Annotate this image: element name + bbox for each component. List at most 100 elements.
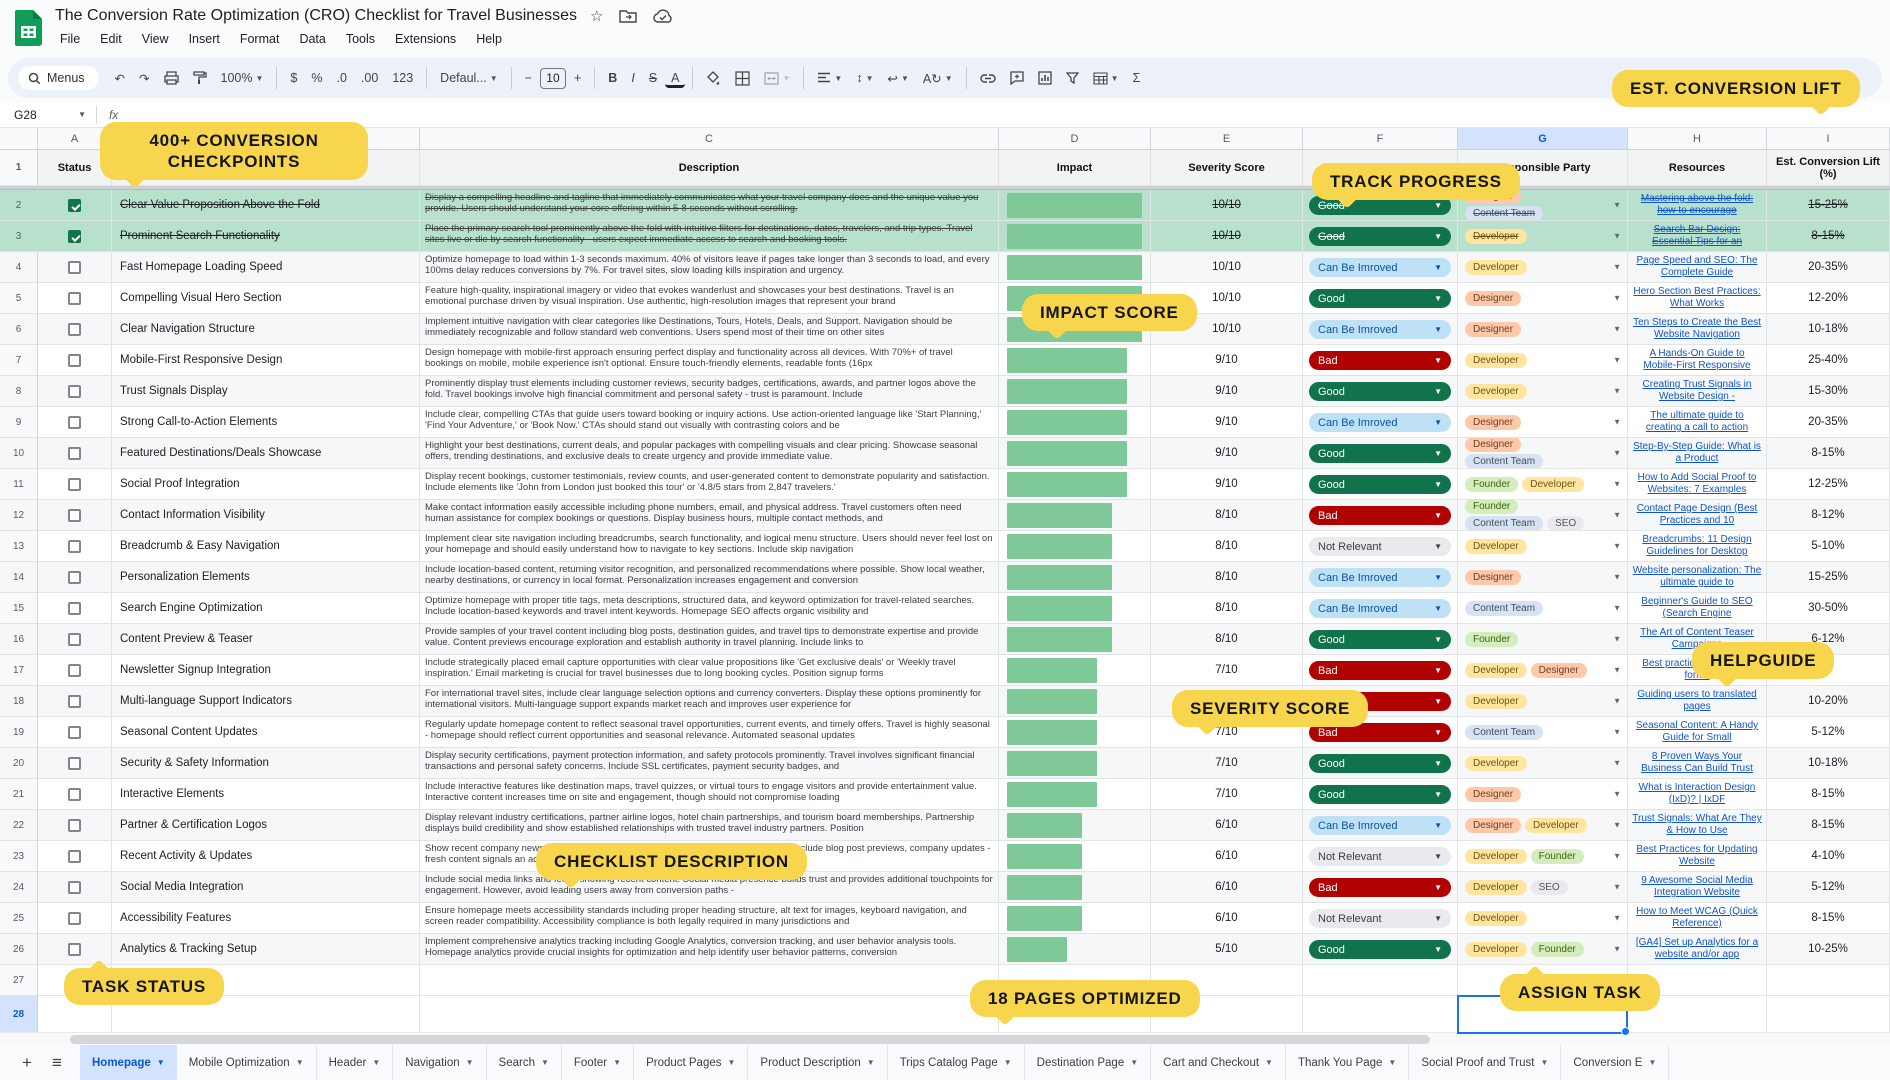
empty-cell[interactable]: [1767, 996, 1890, 1034]
status-dropdown-cell[interactable]: Bad▼: [1303, 345, 1458, 376]
party-dropdown-arrow[interactable]: ▼: [1613, 635, 1621, 644]
status-checkbox-cell[interactable]: [38, 872, 112, 903]
party-dropdown-arrow[interactable]: ▼: [1613, 511, 1621, 520]
conversion-lift-cell[interactable]: 20-35%: [1767, 252, 1890, 283]
column-letter-H[interactable]: H: [1628, 128, 1767, 150]
column-letter-F[interactable]: F: [1303, 128, 1458, 150]
severity-score-cell[interactable]: 6/10: [1151, 841, 1303, 872]
description-cell[interactable]: Implement comprehensive analytics tracki…: [420, 934, 999, 965]
sheet-tab-footer[interactable]: Footer▼: [562, 1045, 634, 1080]
party-chip[interactable]: SEO: [1531, 880, 1568, 895]
description-cell[interactable]: Optimize homepage to load within 1-3 sec…: [420, 252, 999, 283]
responsible-party-cell[interactable]: DeveloperDesigner▼: [1458, 655, 1628, 686]
resource-link-cell[interactable]: Trust Signals: What Are They & How to Us…: [1628, 810, 1767, 841]
conversion-lift-cell[interactable]: 5-12%: [1767, 717, 1890, 748]
create-filter-button[interactable]: [1060, 69, 1085, 87]
checkbox-unchecked[interactable]: [68, 943, 81, 956]
resource-link-cell[interactable]: A Hands-On Guide to Mobile-First Respons…: [1628, 345, 1767, 376]
borders-button[interactable]: [729, 68, 756, 89]
responsible-party-cell[interactable]: DeveloperSEO▼: [1458, 872, 1628, 903]
responsible-party-cell[interactable]: Developer▼: [1458, 221, 1628, 252]
sheet-tab-homepage[interactable]: Homepage▼: [80, 1045, 177, 1080]
checkbox-unchecked[interactable]: [68, 509, 81, 522]
vertical-align-button[interactable]: ↕ ▼: [850, 68, 879, 88]
description-cell[interactable]: Implement intuitive navigation with clea…: [420, 314, 999, 345]
party-chip[interactable]: Founder: [1465, 500, 1518, 514]
status-pill[interactable]: Good▼: [1309, 382, 1451, 401]
status-dropdown-cell[interactable]: Good▼: [1303, 779, 1458, 810]
menu-insert[interactable]: Insert: [181, 30, 228, 48]
party-dropdown-arrow[interactable]: ▼: [1613, 604, 1621, 613]
menu-edit[interactable]: Edit: [92, 30, 130, 48]
sheet-tab-navigation[interactable]: Navigation▼: [393, 1045, 486, 1080]
status-checkbox-cell[interactable]: [38, 252, 112, 283]
resource-link[interactable]: Hero Section Best Practices: What Works: [1632, 286, 1762, 310]
responsible-party-cell[interactable]: Designer▼: [1458, 779, 1628, 810]
checkbox-unchecked[interactable]: [68, 292, 81, 305]
sheet-tab-social-proof-and-trust[interactable]: Social Proof and Trust▼: [1409, 1045, 1561, 1080]
responsible-party-cell[interactable]: Developer▼: [1458, 686, 1628, 717]
column-letter-C[interactable]: C: [420, 128, 999, 150]
responsible-party-cell[interactable]: Developer▼: [1458, 252, 1628, 283]
impact-bar-cell[interactable]: [999, 686, 1151, 717]
status-dropdown-cell[interactable]: Bad▼: [1303, 872, 1458, 903]
impact-bar-cell[interactable]: [999, 500, 1151, 531]
resource-link-cell[interactable]: 8 Proven Ways Your Business Can Build Tr…: [1628, 748, 1767, 779]
resource-link[interactable]: Ten Steps to Create the Best Website Nav…: [1632, 317, 1762, 341]
status-checkbox-cell[interactable]: [38, 841, 112, 872]
horizontal-align-button[interactable]: ▼: [811, 69, 848, 87]
resource-link-cell[interactable]: Contact Page Design (Best Practices and …: [1628, 500, 1767, 531]
checkpoint-name-cell[interactable]: Mobile-First Responsive Design: [112, 345, 420, 376]
font-select[interactable]: Defaul... ▼: [434, 68, 503, 88]
responsible-party-cell[interactable]: DesignerContent Team▼: [1458, 438, 1628, 469]
more-formats-button[interactable]: 123: [386, 68, 419, 88]
menu-format[interactable]: Format: [232, 30, 288, 48]
party-chip[interactable]: Developer: [1525, 818, 1587, 833]
status-pill[interactable]: Good▼: [1309, 785, 1451, 804]
status-dropdown-cell[interactable]: Good▼: [1303, 283, 1458, 314]
status-dropdown-cell[interactable]: Good▼: [1303, 934, 1458, 965]
checkpoint-name-cell[interactable]: Content Preview & Teaser: [112, 624, 420, 655]
conversion-lift-cell[interactable]: 4-10%: [1767, 841, 1890, 872]
party-dropdown-arrow[interactable]: ▼: [1613, 945, 1621, 954]
party-chip[interactable]: Founder: [1465, 632, 1518, 647]
conversion-lift-cell[interactable]: 12-25%: [1767, 469, 1890, 500]
checkbox-unchecked[interactable]: [68, 602, 81, 615]
resource-link[interactable]: The ultimate guide to creating a call to…: [1632, 410, 1762, 434]
impact-bar-cell[interactable]: [999, 748, 1151, 779]
checkbox-checked[interactable]: [68, 230, 81, 243]
description-cell[interactable]: Make contact information easily accessib…: [420, 500, 999, 531]
status-checkbox-cell[interactable]: [38, 748, 112, 779]
party-dropdown-arrow[interactable]: ▼: [1613, 697, 1621, 706]
responsible-party-cell[interactable]: Developer▼: [1458, 531, 1628, 562]
status-checkbox-cell[interactable]: [38, 345, 112, 376]
column-letter-D[interactable]: D: [999, 128, 1151, 150]
party-dropdown-arrow[interactable]: ▼: [1613, 542, 1621, 551]
checkpoint-name-cell[interactable]: Multi-language Support Indicators: [112, 686, 420, 717]
impact-bar-cell[interactable]: [999, 934, 1151, 965]
responsible-party-cell[interactable]: FounderDeveloper▼: [1458, 469, 1628, 500]
status-pill[interactable]: Good▼: [1309, 475, 1451, 494]
impact-bar-cell[interactable]: [999, 624, 1151, 655]
increase-font-size-button[interactable]: +: [568, 68, 587, 88]
checkbox-unchecked[interactable]: [68, 261, 81, 274]
description-cell[interactable]: Feature high-quality, inspirational imag…: [420, 283, 999, 314]
checkbox-unchecked[interactable]: [68, 695, 81, 708]
status-pill[interactable]: Bad▼: [1309, 661, 1451, 680]
resource-link-cell[interactable]: Guiding users to translated pages: [1628, 686, 1767, 717]
party-chip[interactable]: Developer: [1465, 911, 1527, 926]
conversion-lift-cell[interactable]: 30-50%: [1767, 593, 1890, 624]
insert-chart-button[interactable]: [1032, 68, 1058, 88]
impact-bar-cell[interactable]: [999, 252, 1151, 283]
column-letter-G[interactable]: G: [1458, 128, 1628, 150]
impact-bar-cell[interactable]: [999, 221, 1151, 252]
resource-link[interactable]: Breadcrumbs: 11 Design Guidelines for De…: [1632, 534, 1762, 558]
conversion-lift-cell[interactable]: 8-15%: [1767, 903, 1890, 934]
impact-bar-cell[interactable]: [999, 903, 1151, 934]
status-checkbox-cell[interactable]: [38, 779, 112, 810]
resource-link[interactable]: Step-By-Step Guide: What is a Product: [1632, 441, 1762, 465]
checkbox-unchecked[interactable]: [68, 788, 81, 801]
severity-score-cell[interactable]: 9/10: [1151, 376, 1303, 407]
resource-link[interactable]: Contact Page Design (Best Practices and …: [1632, 503, 1762, 527]
description-cell[interactable]: Regularly update homepage content to ref…: [420, 717, 999, 748]
